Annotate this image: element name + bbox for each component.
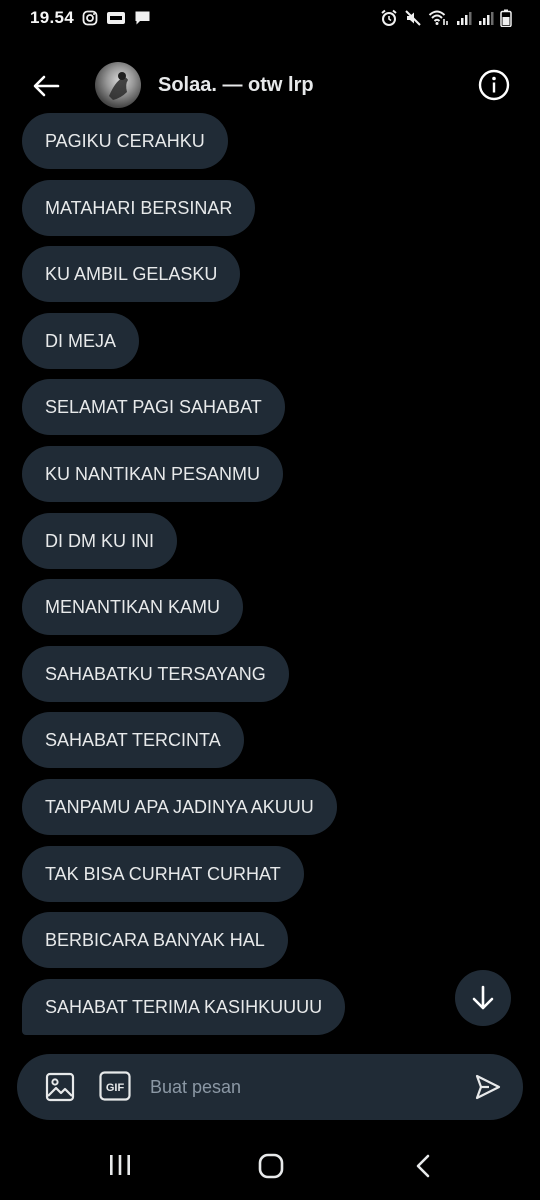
message-bubble[interactable]: SAHABAT TERIMA KASIHKUUUU [22,979,346,1035]
arrow-left-icon [33,75,60,97]
message-bubble[interactable]: DI MEJA [22,313,140,369]
image-icon[interactable] [45,1072,75,1107]
send-icon[interactable] [475,1074,501,1105]
back-button[interactable] [30,70,62,102]
message-bubble[interactable]: TAK BISA CURHAT CURHAT [22,846,304,902]
conversation-header: Solaa. — otw lrp [0,56,540,116]
gif-label: GIF [106,1082,125,1094]
scroll-to-bottom-button[interactable] [455,970,511,1026]
message-input[interactable] [150,1068,450,1106]
message-bubble[interactable]: MENANTIKAN KAMU [22,579,244,635]
home-icon[interactable] [258,1153,284,1184]
message-bubble[interactable]: DI DM KU INI [22,513,178,569]
message-composer: GIF [17,1054,523,1120]
message-bubble[interactable]: TANPAMU APA JADINYA AKUUU [22,779,337,835]
system-back-icon[interactable] [414,1153,432,1184]
message-bubble[interactable]: KU AMBIL GELASKU [22,246,241,302]
message-list[interactable]: PAGIKU CERAHKU MATAHARI BERSINAR KU AMBIL … [0,0,540,1045]
message-bubble[interactable]: SAHABAT TERCINTA [22,712,244,768]
info-button[interactable] [478,69,510,101]
message-bubble[interactable]: BERBICARA BANYAK HAL [22,912,288,968]
message-bubble[interactable]: SAHABATKU TERSAYANG [22,646,289,702]
gif-button[interactable]: GIF [99,1071,131,1106]
recents-icon[interactable] [108,1154,132,1181]
arrow-down-icon [472,985,494,1010]
avatar[interactable] [95,62,141,108]
info-icon [478,69,510,101]
message-bubble[interactable]: MATAHARI BERSINAR [22,180,256,236]
message-bubble[interactable]: KU NANTIKAN PESANMU [22,446,284,502]
message-bubble[interactable]: SELAMAT PAGI SAHABAT [22,379,285,435]
message-bubble[interactable]: PAGIKU CERAHKU [22,113,228,169]
system-nav-bar [0,1130,540,1200]
conversation-title[interactable]: Solaa. — otw lrp [158,74,314,97]
